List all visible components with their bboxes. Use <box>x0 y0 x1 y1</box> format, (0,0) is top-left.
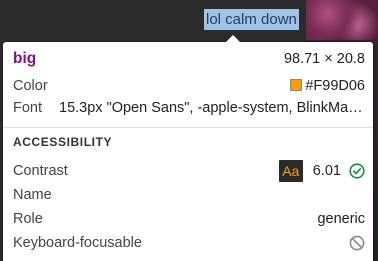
font-row: Font 15.3px "Open Sans", -apple-system, … <box>13 97 365 119</box>
color-label: Color <box>13 78 48 94</box>
name-label: Name <box>13 187 52 203</box>
inspected-element-highlight[interactable]: lol calm down <box>204 9 299 30</box>
check-circle-icon <box>349 160 365 182</box>
element-info-row: big 98.71 × 20.8 <box>13 48 365 70</box>
font-value: 15.3px "Open Sans", -apple-system, Blink… <box>59 100 364 116</box>
element-dimensions: 98.71 × 20.8 <box>283 51 365 67</box>
role-row: Role generic <box>13 208 365 230</box>
color-value-group: #F99D06 <box>290 75 365 97</box>
contrast-row: Contrast Aa 6.01 <box>13 160 365 182</box>
section-divider <box>3 127 373 128</box>
contrast-ratio: 6.01 <box>312 163 341 179</box>
color-value: #F99D06 <box>305 78 365 94</box>
role-label: Role <box>13 211 43 227</box>
inspect-tooltip: big 98.71 × 20.8 Color #F99D06 Font 15.3… <box>3 35 373 261</box>
not-allowed-icon <box>349 232 365 254</box>
keyboard-focusable-row: Keyboard-focusable <box>13 232 365 254</box>
font-label: Font <box>13 100 43 116</box>
element-tag-name: big <box>13 50 37 67</box>
color-swatch <box>290 79 303 91</box>
contrast-label: Contrast <box>13 163 68 179</box>
keyboard-focusable-label: Keyboard-focusable <box>13 235 142 251</box>
name-row: Name <box>13 184 365 206</box>
contrast-sample-badge: Aa <box>278 160 303 182</box>
keyboard-focusable-value <box>349 232 365 261</box>
color-row: Color #F99D06 <box>13 75 365 97</box>
tooltip-arrow <box>226 35 240 42</box>
role-value: generic <box>317 211 365 227</box>
contrast-value-group: Aa 6.01 <box>278 160 365 182</box>
accessibility-section-title: ACCESSIBILITY <box>13 135 113 149</box>
background-image <box>306 0 378 40</box>
